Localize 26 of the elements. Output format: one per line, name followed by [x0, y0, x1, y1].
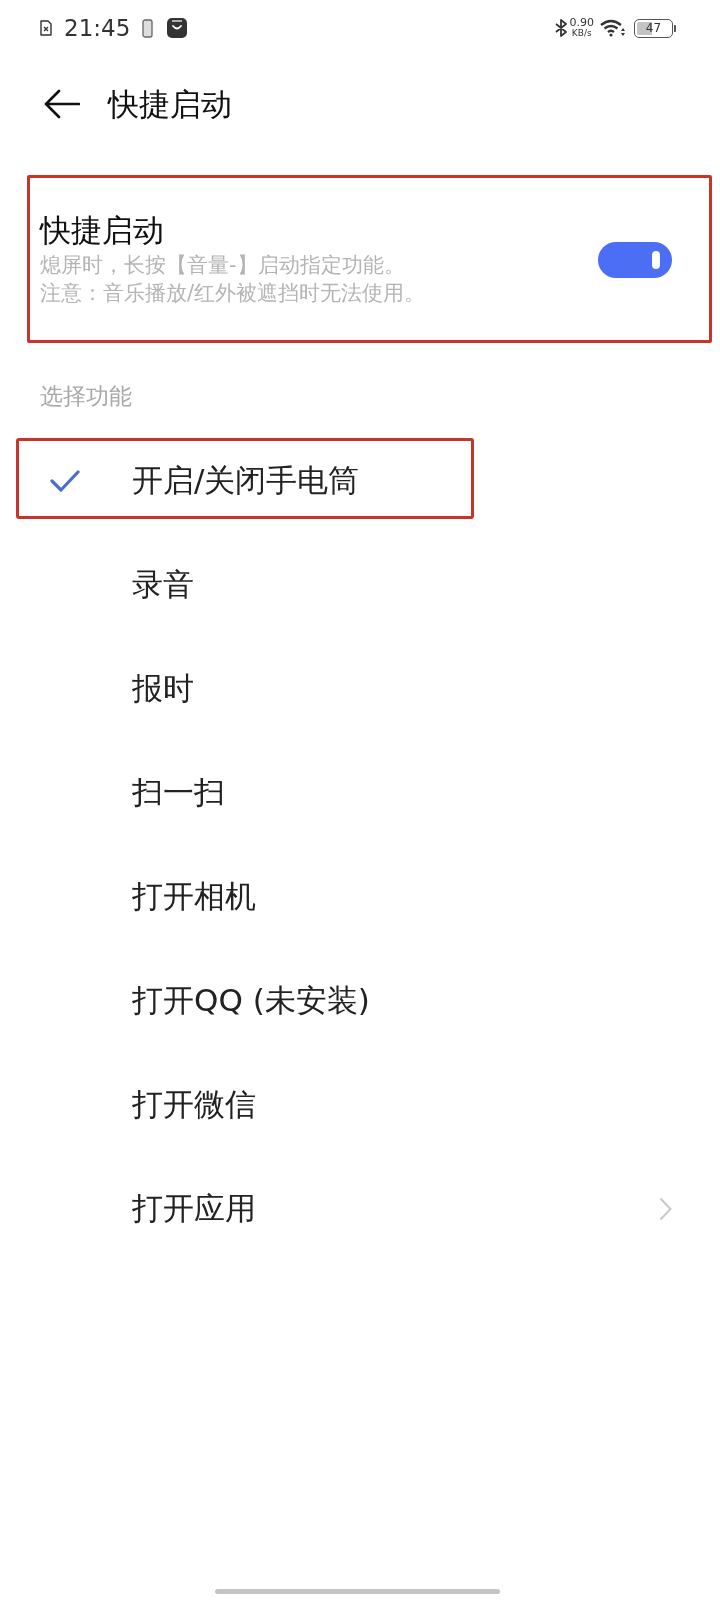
clock-time: 21:45 — [64, 14, 131, 42]
speed-unit-text: KB/s — [571, 28, 592, 38]
setting-description: 熄屏时，长按【音量-】启动指定功能。 — [40, 252, 405, 279]
section-label: 选择功能 — [40, 383, 132, 409]
function-option[interactable]: 打开应用 — [0, 1157, 720, 1261]
function-option[interactable]: 报时 — [0, 637, 720, 741]
sim-card-x-icon — [40, 20, 52, 36]
setting-title: 快捷启动 — [40, 212, 164, 248]
page-title: 快捷启动 — [108, 85, 232, 124]
setting-description: 注意：音乐播放/红外被遮挡时无法使用。 — [40, 280, 426, 307]
check-icon — [50, 470, 80, 492]
shopping-bag-icon — [167, 18, 188, 38]
network-speed-text: 0.90 — [569, 18, 594, 28]
function-option[interactable]: 打开微信 — [0, 1053, 720, 1157]
function-option[interactable]: 打开QQ (未安装) — [0, 949, 720, 1053]
phone-icon — [142, 18, 154, 38]
function-option[interactable]: 扫一扫 — [0, 741, 720, 845]
chevron-right-icon — [659, 1197, 672, 1221]
toggle-switch[interactable] — [598, 241, 672, 278]
wifi-icon — [600, 19, 626, 37]
battery-level-text: 47 — [645, 21, 662, 35]
function-option[interactable]: 录音 — [0, 533, 720, 637]
function-option[interactable]: 开启/关闭手电筒 — [0, 429, 720, 533]
back-arrow-icon[interactable] — [44, 89, 80, 119]
bluetooth-icon — [554, 19, 567, 37]
function-option[interactable]: 打开相机 — [0, 845, 720, 949]
